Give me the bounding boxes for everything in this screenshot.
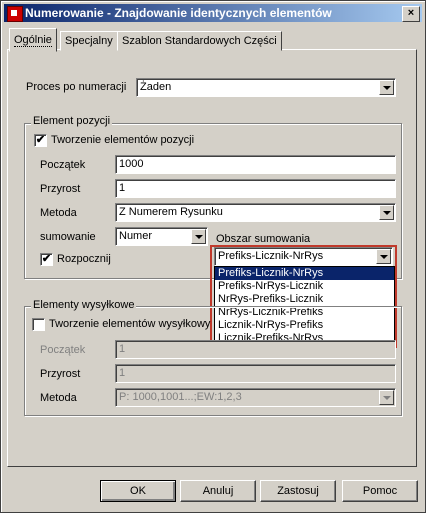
window-title: Numerowanie - Znajdowanie identycznych e… (25, 6, 332, 20)
step-label: Przyrost (40, 183, 81, 195)
sum-area-label: Obszar sumowania (216, 233, 311, 245)
cancel-button[interactable]: Anuluj (180, 480, 256, 502)
create-elements-checkbox[interactable]: ✔ (34, 134, 47, 147)
element-group-title: Element pozycji (31, 115, 113, 127)
chevron-down-icon[interactable] (379, 390, 394, 405)
start-checkbox-label: Rozpocznij (57, 253, 111, 265)
shipping-step-input[interactable]: 1 (115, 364, 396, 383)
shipping-method-label: Metoda (40, 392, 77, 404)
ok-button[interactable]: OK (100, 480, 176, 502)
tab-standard-parts-template[interactable]: Szablon Standardowych Części (117, 31, 282, 51)
step-input[interactable]: 1 (115, 179, 396, 198)
method-select[interactable]: Z Numerem Rysunku (115, 203, 396, 222)
method-label: Metoda (40, 207, 77, 219)
sum-label: sumowanie (40, 231, 96, 243)
start-input[interactable]: 1000 (115, 155, 396, 174)
chevron-down-icon[interactable] (379, 205, 394, 220)
shipping-method-select[interactable]: P: 1000,1001...;EW:1,2,3 (115, 388, 396, 407)
start-checkbox[interactable]: ✔ (40, 253, 53, 266)
start-label: Początek (40, 159, 86, 171)
shipping-step-label: Przyrost (40, 368, 81, 380)
chevron-down-icon[interactable] (379, 80, 394, 95)
shipping-start-input[interactable]: 1 (115, 340, 396, 359)
create-shipping-checkbox[interactable] (32, 318, 45, 331)
title-bar[interactable]: Numerowanie - Znajdowanie identycznych e… (4, 4, 422, 22)
apply-button[interactable]: Zastosuj (260, 480, 336, 502)
help-button[interactable]: Pomoc (342, 480, 418, 502)
shipping-start-label: Początek (40, 344, 86, 356)
app-icon (7, 6, 23, 22)
create-elements-label: Tworzenie elementów pozycji (51, 134, 195, 146)
chevron-down-icon[interactable] (191, 229, 206, 244)
process-select[interactable]: Żaden (136, 78, 396, 97)
tab-special[interactable]: Specjalny (60, 31, 118, 51)
process-label: Proces po numeracji (26, 81, 127, 93)
sum-select[interactable]: Numer (115, 227, 208, 246)
close-icon[interactable]: × (402, 6, 420, 22)
create-shipping-label: Tworzenie elementów wysyłkowy (49, 318, 211, 330)
shipping-group-title: Elementy wysyłkowe (31, 299, 137, 311)
tab-general[interactable]: Ogólnie (9, 28, 57, 52)
